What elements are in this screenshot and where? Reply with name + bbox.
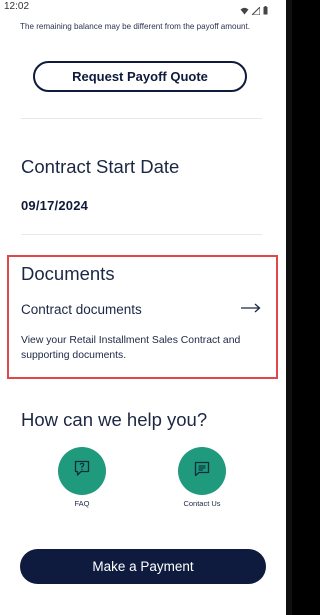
- contact-us-label: Contact Us: [183, 499, 221, 508]
- contract-start-title: Contract Start Date: [21, 156, 180, 177]
- screen-edge: [286, 0, 292, 615]
- section-divider: [21, 118, 262, 119]
- documents-description: View your Retail Installment Sales Contr…: [21, 335, 241, 361]
- contract-start-date: 09/17/2024: [21, 198, 89, 213]
- faq-button[interactable]: FAQ: [42, 447, 122, 508]
- request-payoff-quote-button[interactable]: Request Payoff Quote: [33, 61, 247, 92]
- app-screen: 12:02 The remaining balance may be diffe…: [0, 0, 286, 615]
- battery-icon: [263, 2, 268, 20]
- payoff-disclaimer: The remaining balance may be different f…: [20, 22, 251, 31]
- help-title: How can we help you?: [21, 409, 208, 430]
- status-time: 12:02: [4, 1, 30, 12]
- contract-documents-label: Contract documents: [21, 301, 142, 317]
- chat-message-icon: [194, 461, 210, 482]
- documents-title: Documents: [21, 263, 115, 284]
- status-icons: [240, 2, 268, 20]
- contract-documents-link[interactable]: Contract documents: [21, 300, 261, 318]
- section-divider: [21, 234, 262, 235]
- arrow-right-icon: [241, 300, 261, 318]
- status-bar: 12:02: [0, 0, 286, 16]
- signal-icon: [250, 2, 261, 20]
- wifi-icon: [240, 2, 249, 20]
- contact-us-button[interactable]: Contact Us: [162, 447, 242, 508]
- faq-icon: [74, 460, 90, 482]
- make-a-payment-button[interactable]: Make a Payment: [20, 549, 266, 584]
- faq-label: FAQ: [74, 499, 90, 508]
- faq-icon-circle: [58, 447, 106, 495]
- contact-us-icon-circle: [178, 447, 226, 495]
